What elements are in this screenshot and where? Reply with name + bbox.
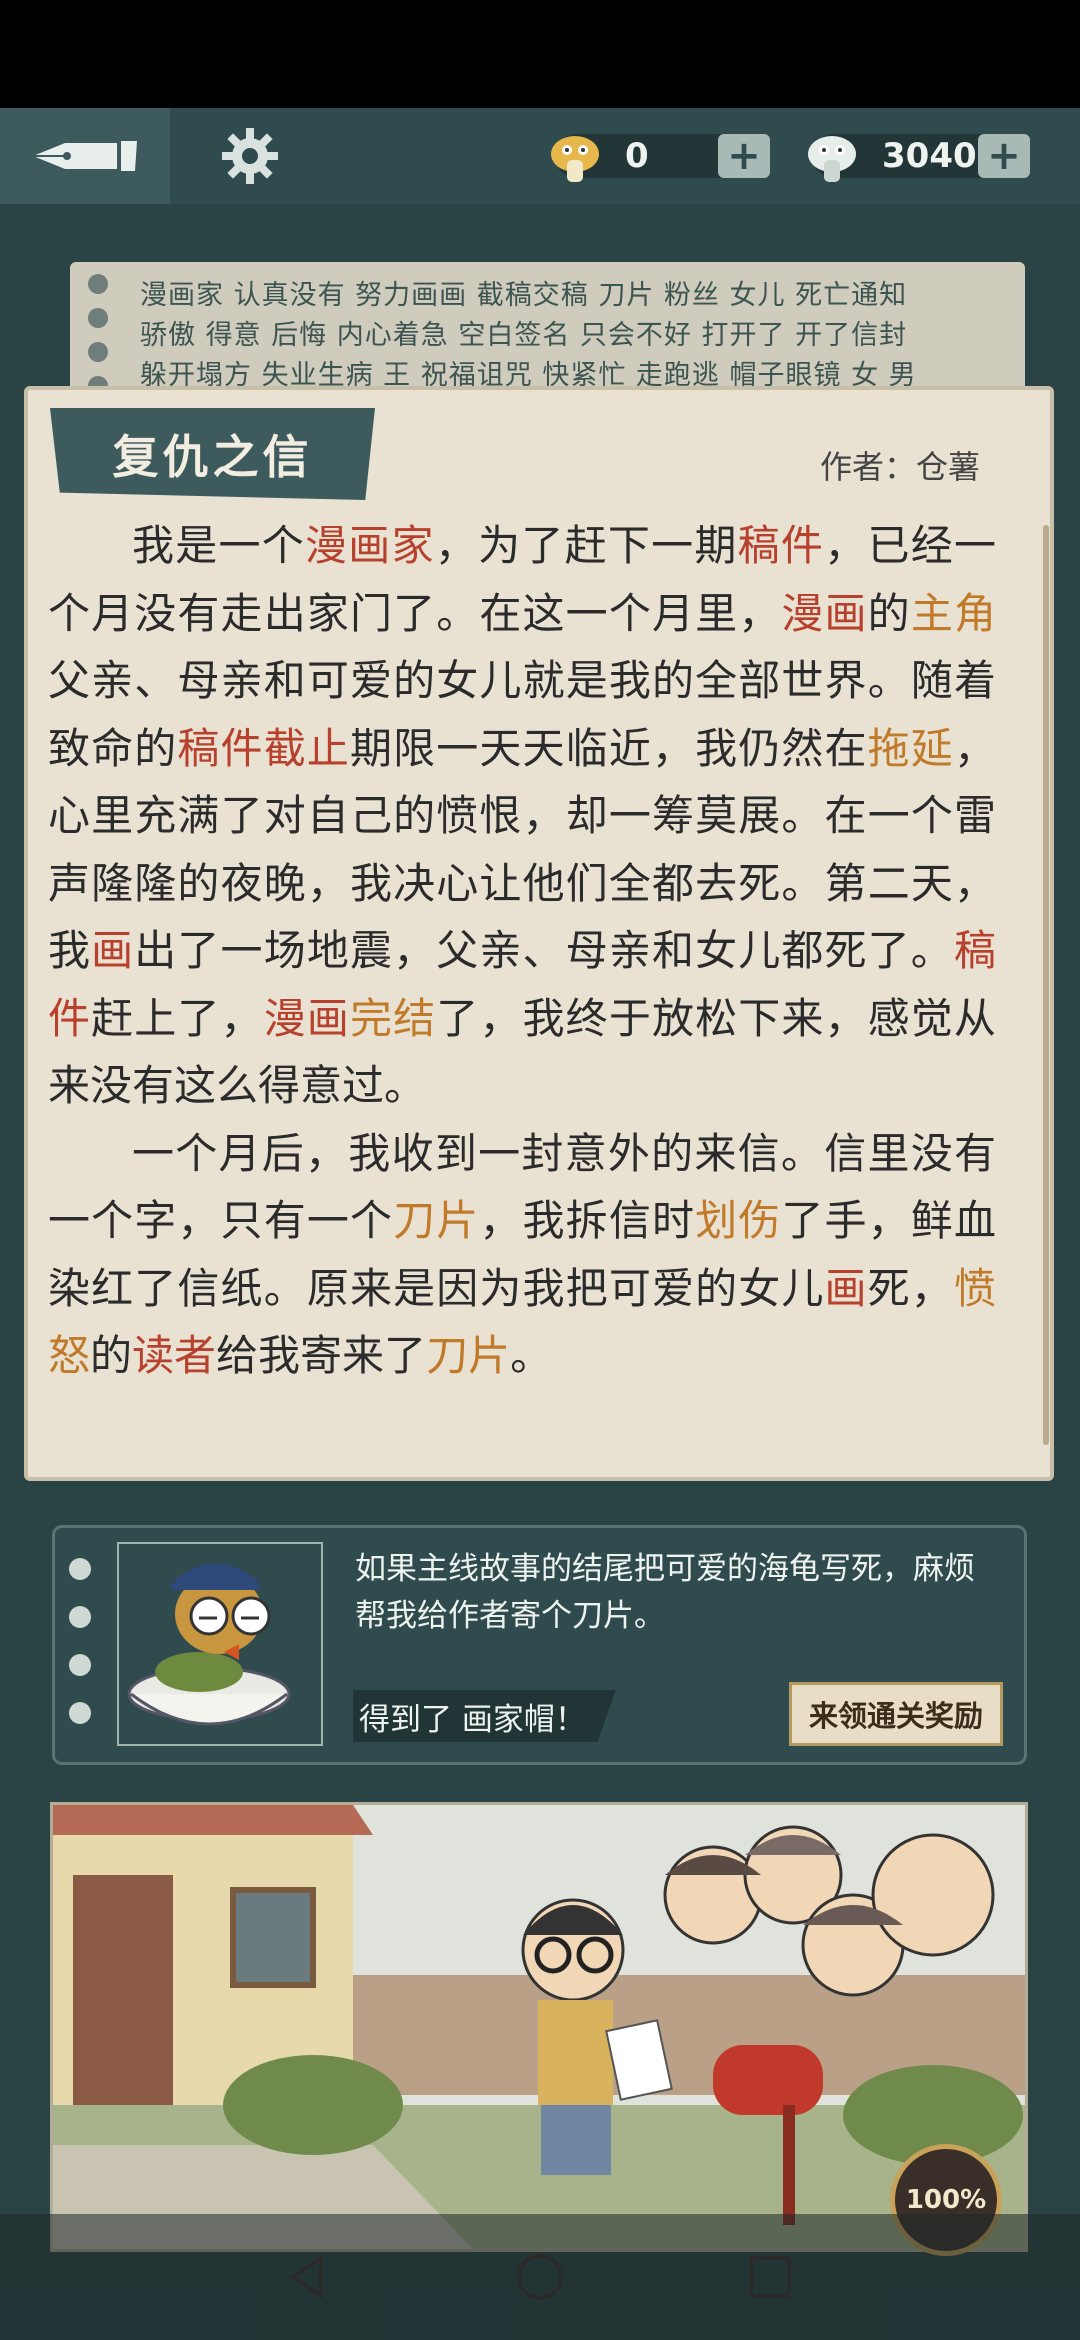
story-text-segment: 。 [510, 1331, 553, 1380]
turtle-character-icon [127, 1563, 291, 1726]
story-text-segment: 赶上了， [91, 993, 264, 1043]
story-paragraph-2: 一个月后，我收到一封意外的来信。信里没有一个字，只有一个刀片，我拆信时划伤了手，… [48, 1120, 996, 1390]
mushroom-coin-icon [551, 136, 599, 182]
back-icon[interactable] [283, 2252, 333, 2302]
story-text-segment: 的 [867, 588, 911, 638]
system-navigation-bar [0, 2214, 1080, 2340]
recents-icon[interactable] [745, 2252, 795, 2302]
story-author: 作者：仓薯 [820, 448, 981, 486]
keyword-highlight[interactable]: 划伤 [695, 1196, 781, 1245]
story-text-segment: ，为了赶下一期 [434, 521, 738, 570]
comic-illustration [50, 1802, 1028, 2252]
reward-got-label: 得到了 画家帽！ [353, 1690, 616, 1742]
hint-text: 如果主线故事的结尾把可爱的海龟写死，麻烦帮我给作者寄个刀片。 [355, 1551, 975, 1634]
story-scrollbar[interactable] [1043, 525, 1049, 1445]
currency-1-add-button[interactable]: + [718, 133, 770, 179]
house-door [73, 1875, 173, 2105]
story-text-segment: 给我寄来了 [216, 1331, 427, 1380]
story-text[interactable]: 我是一个漫画家，为了赶下一期稿件，已经一个月没有走出家门了。在这一个月里，漫画的… [48, 512, 996, 1390]
mailbox [713, 2045, 823, 2115]
comic-scene [53, 1805, 1025, 2249]
story-text-segment: 的 [90, 1331, 133, 1380]
keyword-highlight[interactable]: 画 [825, 1264, 868, 1313]
top-bar: 0 + 3040 + [0, 108, 1080, 206]
turtle-portrait [117, 1542, 323, 1746]
story-text-segment: 出了一场地震，父亲、母亲和女儿都死了。 [134, 926, 954, 975]
keyword-highlight[interactable]: 漫画 [264, 994, 350, 1043]
pen-menu-button[interactable] [0, 108, 170, 204]
keyword-highlight[interactable]: 拖延 [868, 724, 954, 773]
currency-2: 3040 + [808, 130, 1030, 182]
pen-icon [33, 141, 137, 171]
claim-reward-button[interactable]: 来领通关奖励 [789, 1682, 1003, 1746]
story-title-tag: 复仇之信 [50, 408, 375, 500]
story-paragraph-1: 我是一个漫画家，为了赶下一期稿件，已经一个月没有走出家门了。在这一个月里，漫画的… [48, 512, 996, 1120]
story-text-segment: 死， [867, 1263, 954, 1313]
keyword-highlight[interactable]: 漫画家 [305, 521, 435, 570]
currency-1: 0 + [551, 130, 770, 182]
keyword-highlight[interactable]: 读者 [132, 1331, 216, 1380]
story-text-segment: 期限一天天临近，我仍然在 [349, 723, 868, 773]
story-title: 复仇之信 [112, 430, 313, 484]
keyword-highlight[interactable]: 截止 [264, 724, 350, 773]
story-text-segment: ，我拆信时 [479, 1196, 696, 1245]
keyword-highlight[interactable]: 稿件 [177, 724, 263, 773]
status-bar [0, 0, 1080, 108]
currency-2-add-button[interactable]: + [978, 133, 1030, 179]
story-text-segment: 我是一个 [132, 521, 306, 570]
keyword-highlight[interactable]: 漫画 [781, 589, 867, 638]
angry-reader-4 [871, 1833, 995, 1957]
settings-gear-icon[interactable] [220, 126, 280, 186]
keyword-line-1: 漫画家 认真没有 努力画画 截稿交稿 刀片 粉丝 女儿 死亡通知 [140, 280, 908, 311]
keyword-line-2: 骄傲 得意 后悔 内心着急 空白签名 只会不好 打开了 开了信封 [140, 320, 908, 351]
keyword-highlight[interactable]: 画 [91, 926, 134, 975]
keyword-highlight[interactable]: 刀片 [393, 1196, 479, 1245]
home-icon[interactable] [515, 2252, 565, 2302]
keyword-highlight[interactable]: 稿件 [738, 521, 825, 570]
house-window [230, 1887, 316, 1988]
keyword-highlight[interactable]: 完结 [350, 994, 436, 1043]
mushroom-gem-icon [808, 136, 856, 182]
keyword-highlight[interactable]: 刀片 [426, 1331, 510, 1380]
keyword-highlight[interactable]: 主角 [911, 589, 996, 638]
hint-panel: 如果主线故事的结尾把可爱的海龟写死，麻烦帮我给作者寄个刀片。 得到了 画家帽！ … [52, 1525, 1027, 1765]
